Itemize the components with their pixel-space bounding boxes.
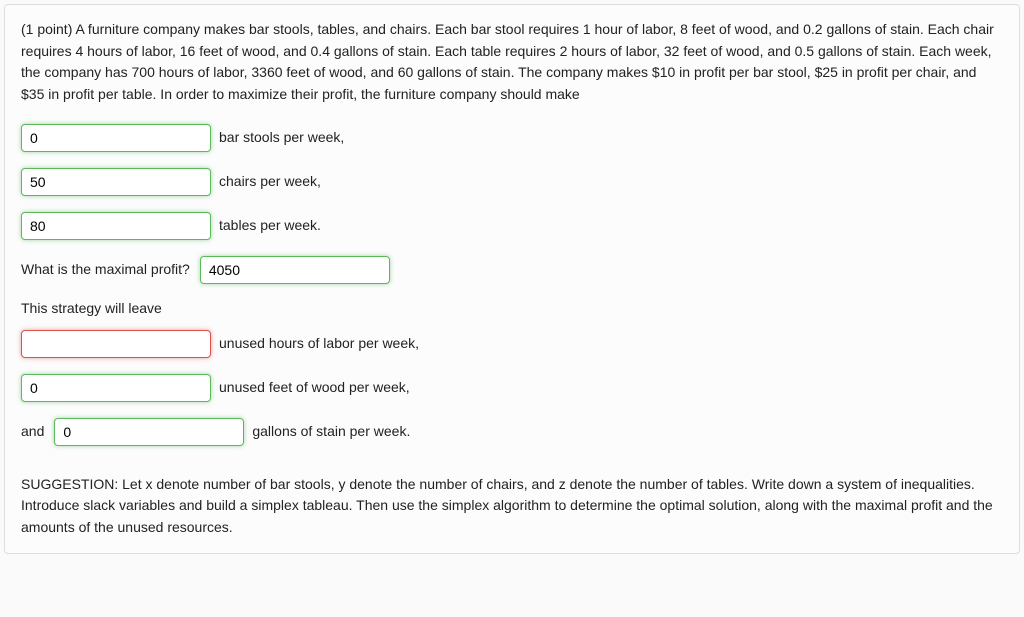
question-stem: (1 point) A furniture company makes bar … xyxy=(21,19,1003,106)
chairs-label: chairs per week, xyxy=(219,171,321,192)
stain-lead: and xyxy=(21,421,44,442)
bar-stools-input[interactable] xyxy=(21,124,211,152)
labor-input[interactable] xyxy=(21,330,211,358)
row-bar-stools: bar stools per week, xyxy=(21,124,1003,152)
leave-text: This strategy will leave xyxy=(21,300,1003,316)
labor-label: unused hours of labor per week, xyxy=(219,333,419,354)
tables-input[interactable] xyxy=(21,212,211,240)
stain-label: gallons of stain per week. xyxy=(252,421,410,442)
bar-stools-label: bar stools per week, xyxy=(219,127,344,148)
row-wood: unused feet of wood per week, xyxy=(21,374,1003,402)
profit-lead: What is the maximal profit? xyxy=(21,259,190,280)
suggestion-text: SUGGESTION: Let x denote number of bar s… xyxy=(21,474,1003,539)
profit-input[interactable] xyxy=(200,256,390,284)
chairs-input[interactable] xyxy=(21,168,211,196)
row-chairs: chairs per week, xyxy=(21,168,1003,196)
wood-input[interactable] xyxy=(21,374,211,402)
question-container: (1 point) A furniture company makes bar … xyxy=(4,4,1020,554)
tables-label: tables per week. xyxy=(219,215,321,236)
row-profit: What is the maximal profit? xyxy=(21,256,1003,284)
wood-label: unused feet of wood per week, xyxy=(219,377,410,398)
stain-input[interactable] xyxy=(54,418,244,446)
row-labor: unused hours of labor per week, xyxy=(21,330,1003,358)
row-stain: and gallons of stain per week. xyxy=(21,418,1003,446)
row-tables: tables per week. xyxy=(21,212,1003,240)
